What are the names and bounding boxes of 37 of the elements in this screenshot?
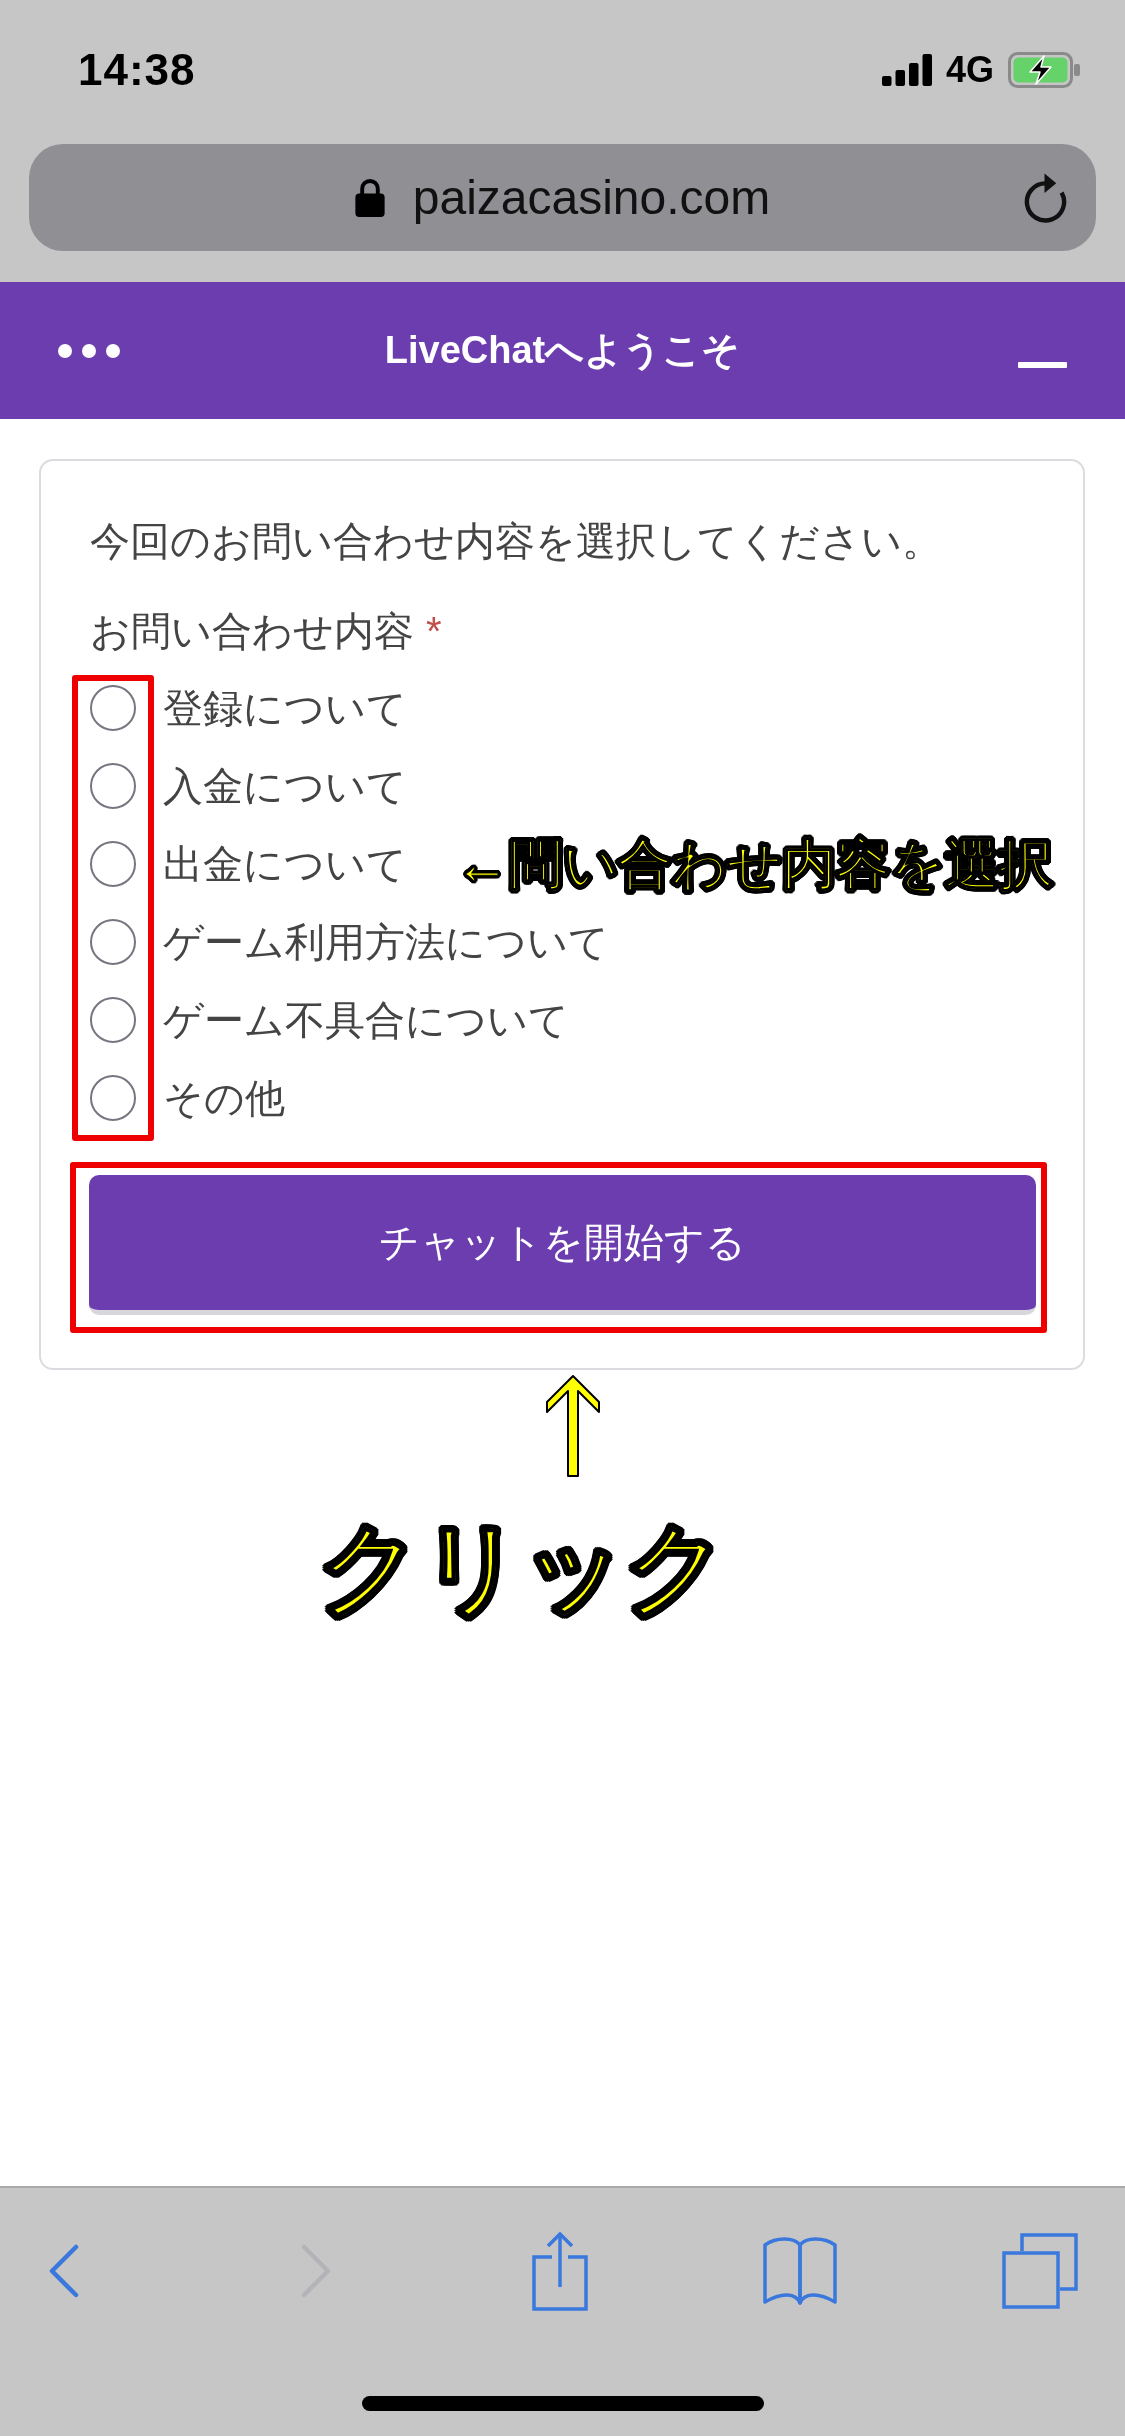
more-icon[interactable] [58, 343, 120, 358]
radio-button[interactable] [90, 919, 136, 965]
chat-title: LiveChatへようこそ [384, 328, 741, 373]
intro-text: 今回のお問い合わせ内容を選択してください。 [90, 518, 943, 565]
tabs-button[interactable] [1002, 2233, 1078, 2309]
option-label[interactable]: 出金について [163, 840, 407, 888]
share-icon [531, 2230, 589, 2312]
option-label[interactable]: ゲーム利用方法について [163, 918, 609, 966]
network-type: 4G [945, 49, 994, 91]
chevron-left-icon [49, 2244, 79, 2298]
book-icon [762, 2235, 838, 2307]
url-text: paizacasino.com [412, 170, 771, 225]
tabs-icon [1002, 2233, 1078, 2309]
back-button[interactable] [49, 2244, 79, 2298]
arrow-up-icon [545, 1374, 601, 1478]
annotation-note: ←問い合わせ内容を選択 [454, 833, 1054, 896]
radio-button[interactable] [90, 763, 136, 809]
start-chat-button[interactable]: チャットを開始する [89, 1175, 1036, 1315]
signal-icon [881, 54, 932, 86]
share-button[interactable] [531, 2230, 589, 2312]
radio-button[interactable] [90, 841, 136, 887]
field-label: お問い合わせ内容 [90, 608, 414, 655]
option-label[interactable]: ゲーム不具合について [163, 996, 569, 1044]
lock-icon [354, 178, 385, 217]
status-time: 14:38 [78, 45, 196, 95]
minimize-icon[interactable] [1018, 361, 1067, 368]
battery-icon [1008, 52, 1080, 88]
option-label[interactable]: 登録について [163, 684, 407, 732]
option-label[interactable]: 入金について [163, 762, 407, 810]
option-label[interactable]: その他 [163, 1074, 285, 1122]
required-mark: * [426, 608, 442, 655]
radio-button[interactable] [90, 685, 136, 731]
address-field[interactable]: paizacasino.com [29, 144, 1096, 251]
annotation-label: クリック [318, 1512, 728, 1622]
bookmarks-button[interactable] [762, 2235, 838, 2307]
radio-button[interactable] [90, 1075, 136, 1121]
radio-button[interactable] [90, 997, 136, 1043]
